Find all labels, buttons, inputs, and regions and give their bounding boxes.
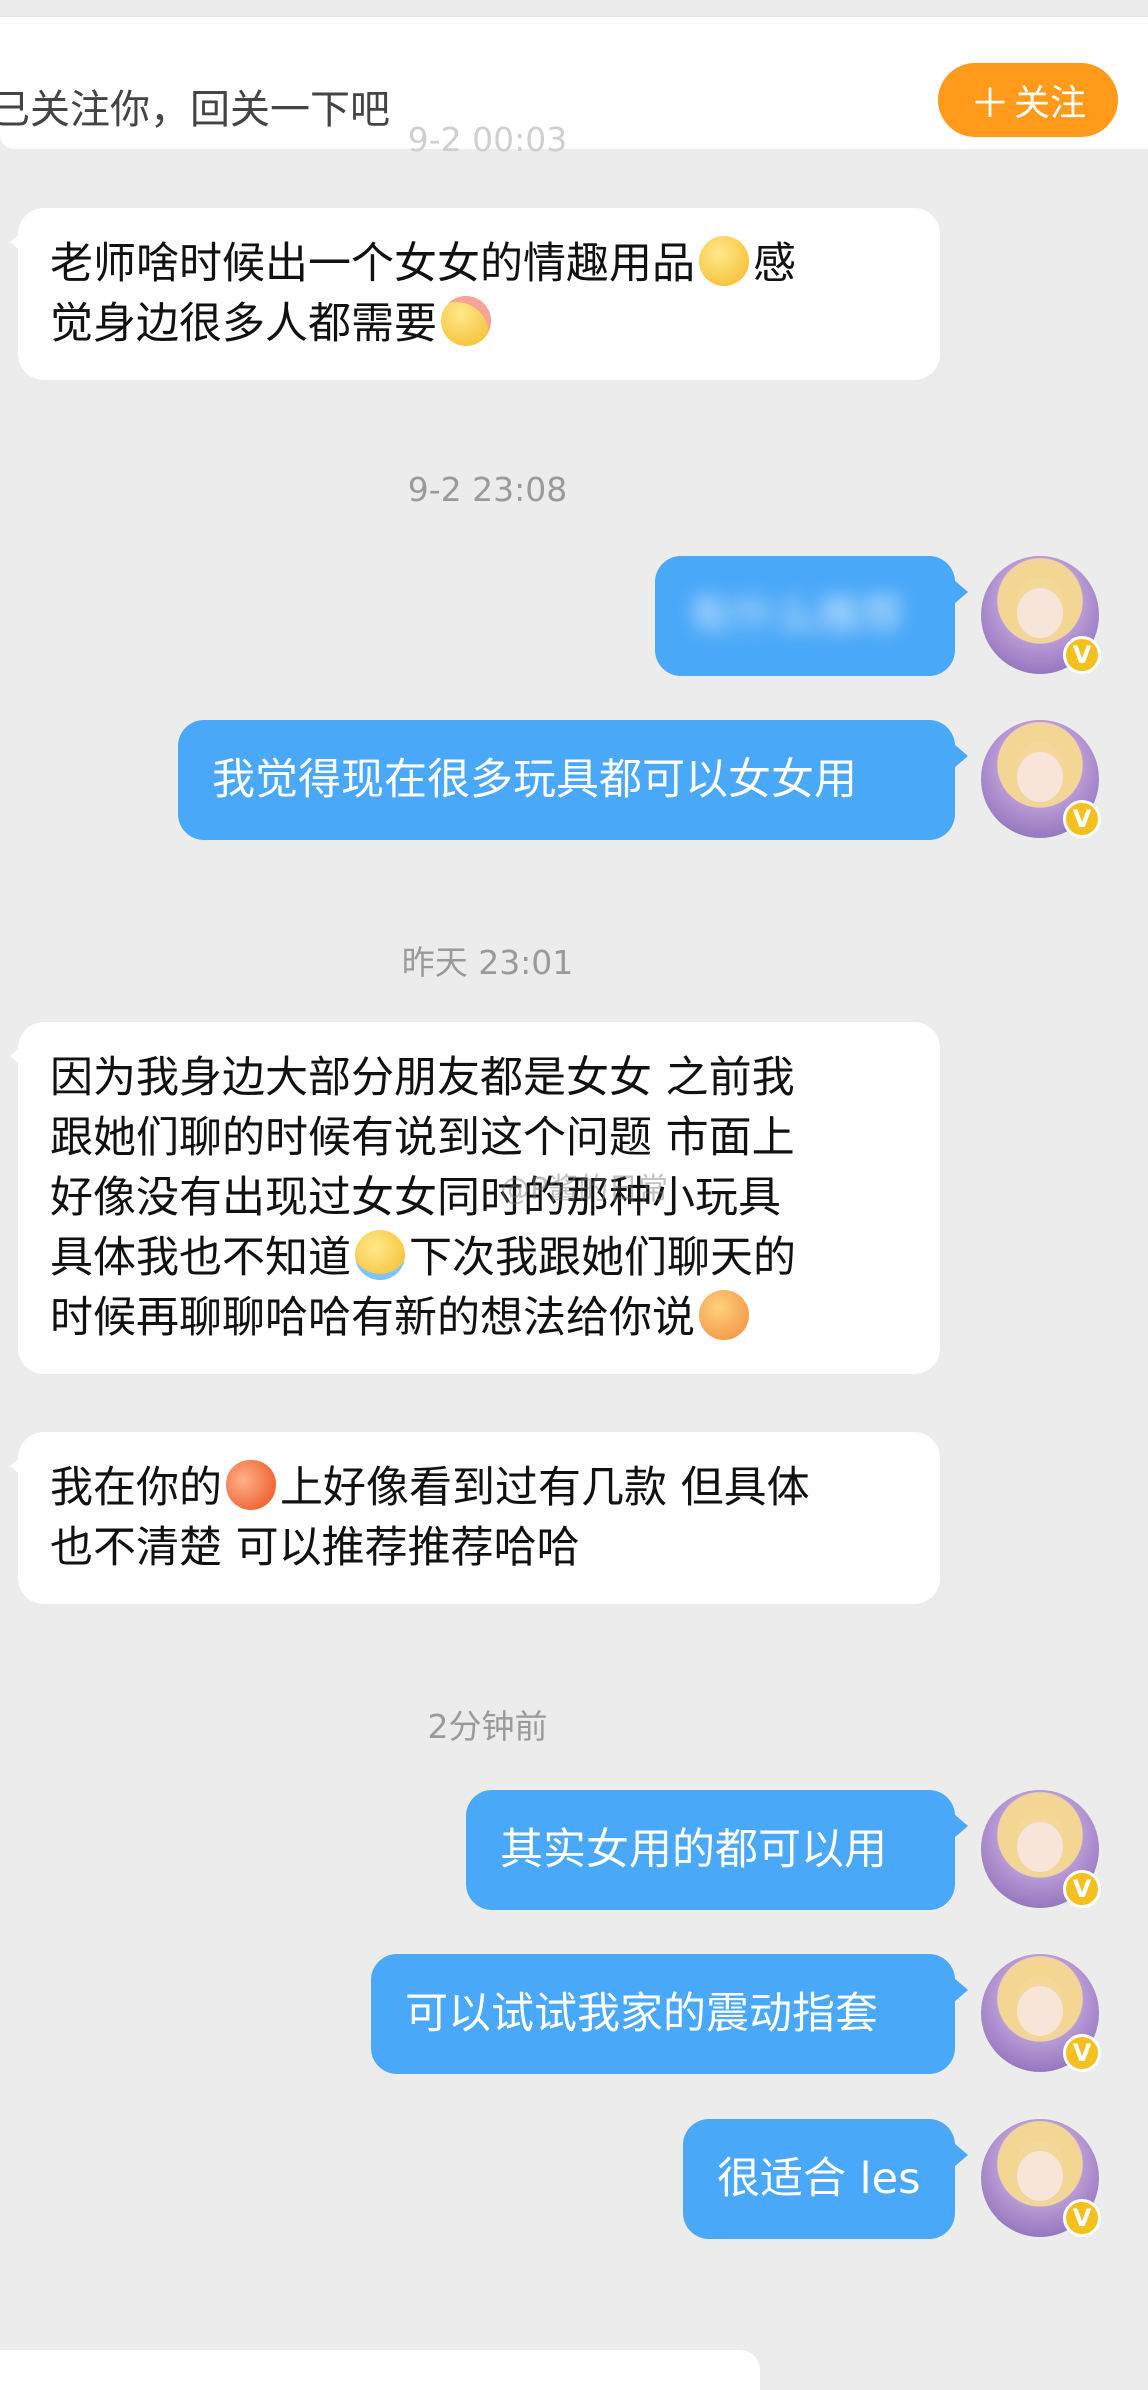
message-text: 可以试试我家的震动指套 xyxy=(405,1989,878,2039)
outgoing-message[interactable]: 我觉得现在很多玩具都可以女女用 xyxy=(178,720,968,840)
timestamp: 9-2 00:03 xyxy=(407,120,568,159)
verified-badge-icon: V xyxy=(1063,2199,1101,2237)
avatar[interactable]: V xyxy=(981,2119,1101,2237)
avatar[interactable]: V xyxy=(981,1954,1101,2072)
verified-badge-icon: V xyxy=(1063,636,1101,674)
watermark: @P酱的日常 xyxy=(500,1172,669,1207)
timestamp: 2分钟前 xyxy=(427,1707,548,1746)
message-text: 跟她们聊的时候有说到这个问题 市面上 xyxy=(50,1113,795,1163)
outgoing-message[interactable]: 其实女用的都可以用 xyxy=(466,1790,968,1910)
message-text: 好像没有出现过女女同时的那种小玩具 xyxy=(50,1173,781,1223)
incoming-message[interactable]: 因为我身边大部分朋友都是女女 之前我 跟她们聊的时候有说到这个问题 市面上 好像… xyxy=(10,1022,940,1374)
incoming-message[interactable]: 我在你的 上好像看到过有几款 但具体 也不清楚 可以推荐推荐哈哈 xyxy=(10,1432,940,1604)
message-text: 时候再聊聊哈哈有新的想法给你说 xyxy=(50,1293,695,1343)
avatar-face xyxy=(1017,588,1063,638)
avatar-face xyxy=(1017,1986,1063,2036)
message-text: 老师啥时候出一个女女的情趣用品 xyxy=(50,239,695,289)
plus-icon: ＋ xyxy=(969,81,1010,127)
blowing-kiss-emoji-icon xyxy=(699,1290,749,1340)
message-text: 上好像看到过有几款 但具体 xyxy=(280,1463,810,1513)
incoming-message[interactable]: 老师啥时候出一个女女的情趣用品 感 觉身边很多人都需要 xyxy=(10,208,940,380)
smiling-face-emoji-icon xyxy=(699,236,749,286)
avatar[interactable]: V xyxy=(981,1790,1101,1908)
message-text: 其实女用的都可以用 xyxy=(500,1825,887,1875)
verified-badge-icon: V xyxy=(1063,2034,1101,2072)
input-bar-edge xyxy=(0,2350,760,2390)
avatar-face xyxy=(1017,2151,1063,2201)
verified-badge-icon: V xyxy=(1063,1870,1101,1908)
timestamp: 9-2 23:08 xyxy=(407,470,568,509)
timestamp: 昨天 23:01 xyxy=(401,943,574,982)
message-text: 感 xyxy=(753,239,796,289)
message-text: 因为我身边大部分朋友都是女女 之前我 xyxy=(50,1053,795,1103)
blurred-message-text: 有什么推荐 xyxy=(689,591,904,641)
blushing-face-emoji-icon xyxy=(441,296,491,346)
verified-badge-icon: V xyxy=(1063,800,1101,838)
message-text: 下次我跟她们聊天的 xyxy=(409,1233,796,1283)
laughing-crying-emoji-icon xyxy=(355,1230,405,1280)
message-text: 具体我也不知道 xyxy=(50,1233,351,1283)
outgoing-message[interactable]: 有什么推荐 xyxy=(655,556,968,676)
avatar-face xyxy=(1017,752,1063,802)
avatar[interactable]: V xyxy=(981,556,1101,674)
message-text: 也不清楚 可以推荐推荐哈哈 xyxy=(50,1523,580,1573)
message-text: 觉身边很多人都需要 xyxy=(50,299,437,349)
message-text: 我觉得现在很多玩具都可以女女用 xyxy=(212,755,857,805)
outgoing-message[interactable]: 很适合 les xyxy=(683,2119,968,2239)
follow-button-label: 关注 xyxy=(1013,83,1086,124)
avatar[interactable]: V xyxy=(981,720,1101,838)
peach-emoji-icon xyxy=(226,1460,276,1510)
outgoing-message[interactable]: 可以试试我家的震动指套 xyxy=(371,1954,968,2074)
message-text: 很适合 les xyxy=(717,2154,921,2204)
message-text: 我在你的 xyxy=(50,1463,222,1513)
avatar-face xyxy=(1017,1822,1063,1872)
